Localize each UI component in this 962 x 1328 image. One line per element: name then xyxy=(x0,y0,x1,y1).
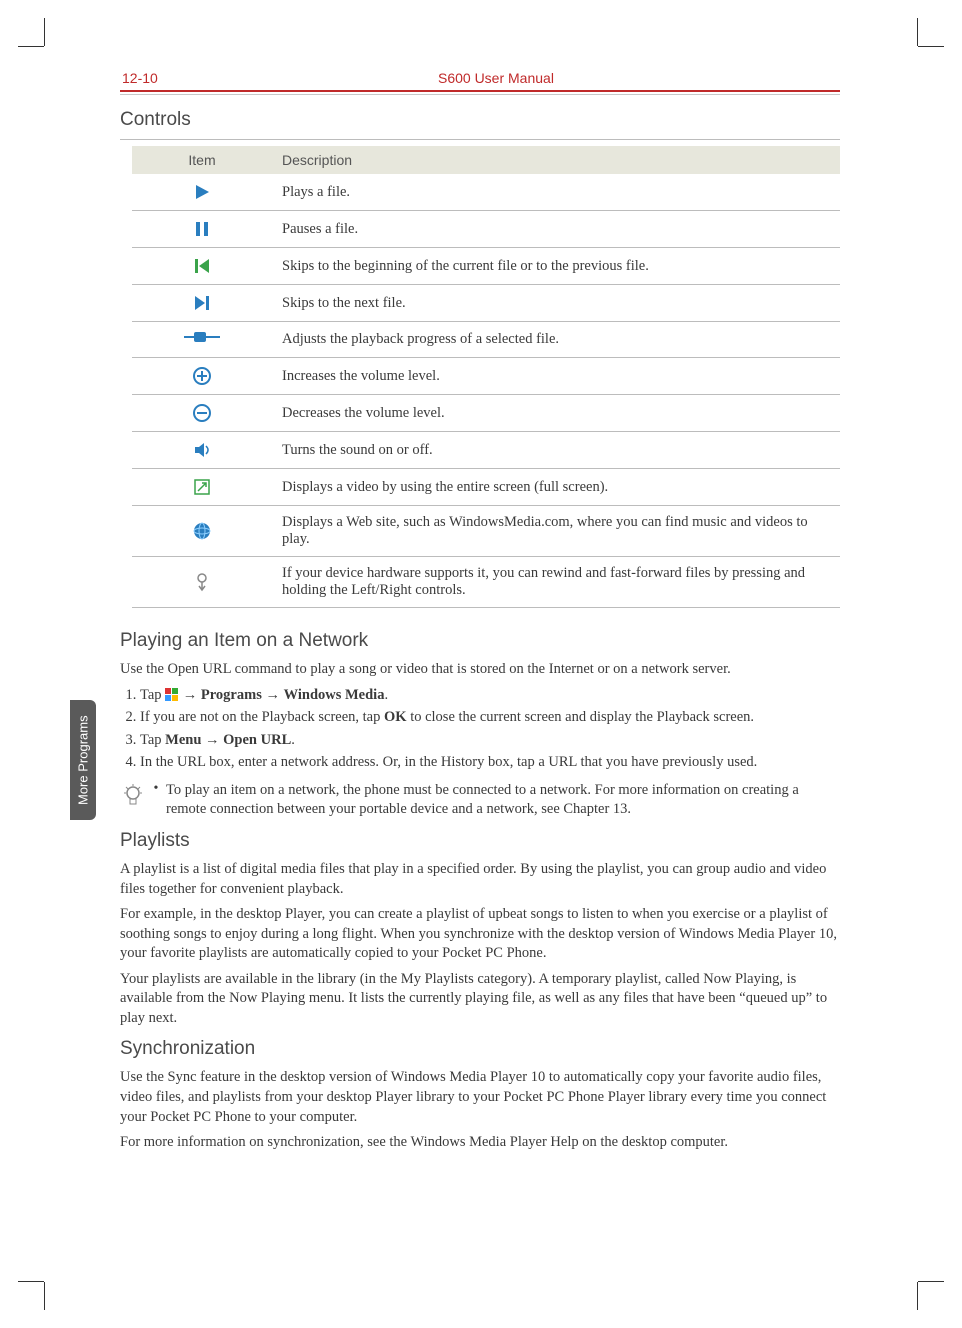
network-intro: Use the Open URL command to play a song … xyxy=(120,660,840,680)
start-menu-icon xyxy=(165,688,179,702)
tip-bullet: • xyxy=(146,781,166,797)
volume-up-icon xyxy=(132,358,272,395)
side-tab: More Programs xyxy=(70,700,96,820)
table-row: Turns the sound on or off. xyxy=(132,432,840,469)
table-row: Displays a Web site, such as WindowsMedi… xyxy=(132,506,840,557)
table-row: If your device hardware supports it, you… xyxy=(132,557,840,608)
table-row: Skips to the beginning of the current fi… xyxy=(132,248,840,285)
playlists-p2: For example, in the desktop Player, you … xyxy=(120,905,840,964)
sync-p1: Use the Sync feature in the desktop vers… xyxy=(120,1068,840,1127)
fastforward-icon xyxy=(132,557,272,608)
page-header: 12-10 S600 User Manual . xyxy=(120,70,840,90)
progress-desc: Adjusts the playback progress of a selec… xyxy=(272,322,840,358)
voldown-desc: Decreases the volume level. xyxy=(272,395,840,432)
col-description: Description xyxy=(272,146,840,174)
tip-row: • To play an item on a network, the phon… xyxy=(120,781,840,820)
controls-table: Item Description Plays a file. Pauses a … xyxy=(132,146,840,608)
step-1: Tap → Programs → Windows Media. xyxy=(140,686,840,706)
controls-heading: Controls xyxy=(120,109,840,131)
col-item: Item xyxy=(132,146,272,174)
table-row: Plays a file. xyxy=(132,174,840,211)
tip-text: To play an item on a network, the phone … xyxy=(166,781,840,820)
next-icon xyxy=(132,285,272,322)
fullscreen-icon xyxy=(132,469,272,506)
sync-heading: Synchronization xyxy=(120,1038,840,1060)
web-icon xyxy=(132,506,272,557)
manual-title: S600 User Manual xyxy=(438,70,554,86)
previous-desc: Skips to the beginning of the current fi… xyxy=(272,248,840,285)
table-row: Pauses a file. xyxy=(132,211,840,248)
sync-p2: For more information on synchronization,… xyxy=(120,1133,840,1153)
ff-desc: If your device hardware supports it, you… xyxy=(272,557,840,608)
page-number: 12-10 xyxy=(122,70,158,86)
fullscreen-desc: Displays a video by using the entire scr… xyxy=(272,469,840,506)
table-row: Adjusts the playback progress of a selec… xyxy=(132,322,840,358)
network-heading: Playing an Item on a Network xyxy=(120,630,840,652)
previous-icon xyxy=(132,248,272,285)
play-icon xyxy=(132,174,272,211)
step-2: If you are not on the Playback screen, t… xyxy=(140,708,840,728)
step-3: Tap Menu → Open URL. xyxy=(140,731,840,751)
mute-icon xyxy=(132,432,272,469)
playlists-p3: Your playlists are available in the libr… xyxy=(120,970,840,1029)
pause-desc: Pauses a file. xyxy=(272,211,840,248)
next-desc: Skips to the next file. xyxy=(272,285,840,322)
volume-down-icon xyxy=(132,395,272,432)
mute-desc: Turns the sound on or off. xyxy=(272,432,840,469)
table-row: Displays a video by using the entire scr… xyxy=(132,469,840,506)
step-4: In the URL box, enter a network address.… xyxy=(140,753,840,773)
playlists-p1: A playlist is a list of digital media fi… xyxy=(120,860,840,899)
table-row: Decreases the volume level. xyxy=(132,395,840,432)
pause-icon xyxy=(132,211,272,248)
table-row: Increases the volume level. xyxy=(132,358,840,395)
volup-desc: Increases the volume level. xyxy=(272,358,840,395)
play-desc: Plays a file. xyxy=(272,174,840,211)
page-content: 12-10 S600 User Manual . Controls Item D… xyxy=(120,70,840,1159)
table-row: Skips to the next file. xyxy=(132,285,840,322)
web-desc: Displays a Web site, such as WindowsMedi… xyxy=(272,506,840,557)
lightbulb-icon xyxy=(120,781,146,812)
network-steps: Tap → Programs → Windows Media. If you a… xyxy=(140,686,840,773)
progress-slider-icon xyxy=(132,322,272,358)
playlists-heading: Playlists xyxy=(120,830,840,852)
